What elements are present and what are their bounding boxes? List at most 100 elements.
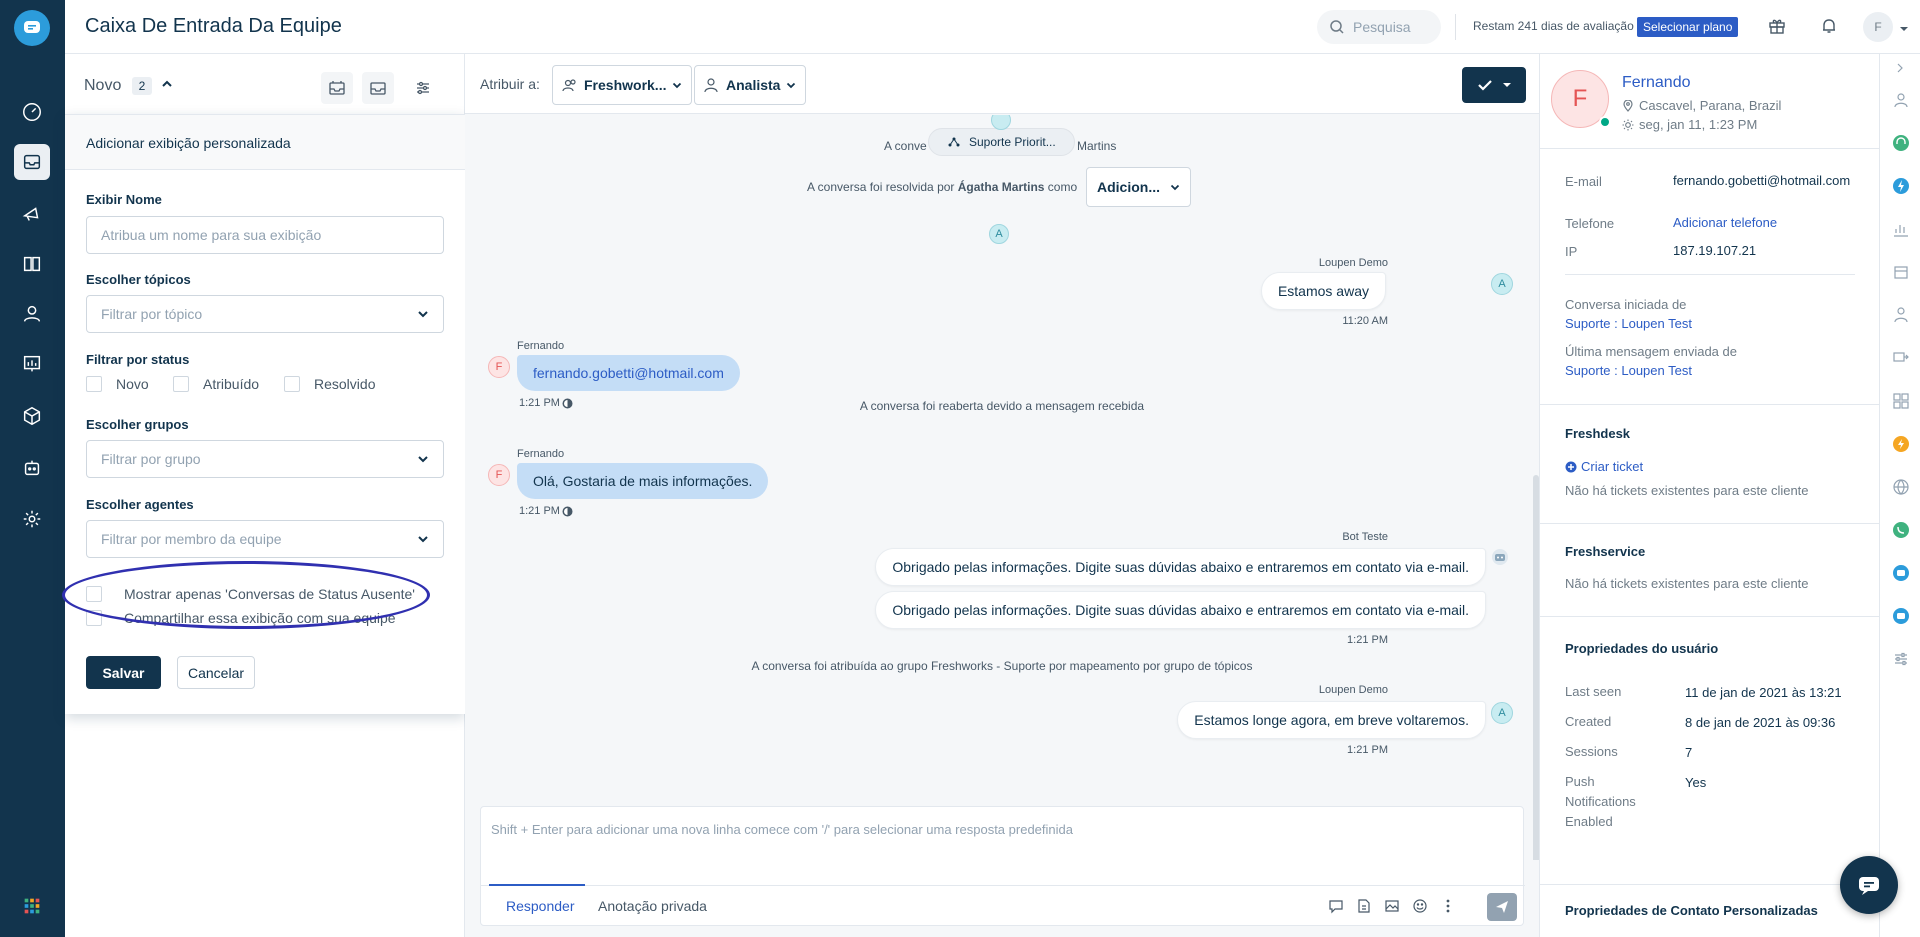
last-message-link[interactable]: Suporte : Loupen Test bbox=[1565, 363, 1692, 378]
customer-avatar-f: F bbox=[488, 356, 510, 378]
contact-profile-icon[interactable] bbox=[1891, 90, 1911, 110]
chat-widget-button[interactable] bbox=[1840, 856, 1898, 914]
emoji-icon[interactable] bbox=[1410, 896, 1430, 916]
send-button[interactable] bbox=[1487, 893, 1517, 921]
notification-bell-icon[interactable] bbox=[1817, 14, 1841, 38]
app-switcher-icon[interactable] bbox=[14, 888, 50, 924]
resolve-button[interactable] bbox=[1462, 67, 1526, 103]
lightning-app-icon[interactable] bbox=[1891, 176, 1911, 196]
checkbox[interactable] bbox=[284, 376, 300, 392]
agents-label: Escolher agentes bbox=[86, 497, 194, 512]
plus-circle-icon bbox=[1565, 461, 1577, 472]
calendar-app-icon[interactable] bbox=[1891, 262, 1911, 282]
contacts-icon[interactable] bbox=[14, 296, 50, 332]
topic-pill-label: Suporte Priorit... bbox=[969, 135, 1056, 149]
system-text: A conversa foi resolvida por bbox=[807, 180, 955, 194]
solution-article-icon[interactable] bbox=[1354, 896, 1374, 916]
chevron-down-icon[interactable] bbox=[1899, 22, 1909, 37]
view-title[interactable]: Novo bbox=[84, 77, 121, 95]
inbox-icon[interactable] bbox=[14, 144, 50, 180]
globe-app-icon[interactable] bbox=[1891, 477, 1911, 497]
analytics-app-icon[interactable] bbox=[1891, 219, 1911, 239]
checkbox[interactable] bbox=[173, 376, 189, 392]
reply-composer[interactable]: Shift + Enter para adicionar uma nova li… bbox=[480, 806, 1525, 926]
resolution-reason-dropdown[interactable]: Adicion... bbox=[1086, 167, 1191, 207]
status-new-checkbox[interactable]: Novo bbox=[86, 376, 149, 392]
create-ticket-label: Criar ticket bbox=[1581, 459, 1644, 474]
agents-select[interactable]: Filtrar por membro da equipe bbox=[86, 520, 444, 558]
freshchat-logo-icon[interactable] bbox=[14, 10, 50, 46]
cancel-button[interactable]: Cancelar bbox=[177, 656, 255, 689]
people-app-icon[interactable] bbox=[1891, 305, 1911, 325]
chat-app-icon[interactable] bbox=[1891, 563, 1911, 583]
topic-pill[interactable]: Suporte Priorit... bbox=[928, 128, 1075, 156]
search-icon bbox=[1330, 20, 1344, 34]
reports-icon[interactable] bbox=[14, 346, 50, 382]
orange-app-icon[interactable] bbox=[1891, 434, 1911, 454]
image-icon[interactable] bbox=[1382, 896, 1402, 916]
group-icon bbox=[562, 79, 576, 92]
checkbox[interactable] bbox=[86, 610, 102, 626]
checkbox[interactable] bbox=[86, 376, 102, 392]
away-only-checkbox[interactable]: Mostrar apenas 'Conversas de Status Ause… bbox=[86, 586, 415, 602]
system-message-assigned: A conversa foi atribuída ao grupo Freshw… bbox=[751, 659, 1253, 673]
message-bubble-incoming[interactable]: fernando.gobetti@hotmail.com bbox=[517, 355, 740, 391]
email-value[interactable]: fernando.gobetti@hotmail.com bbox=[1673, 174, 1858, 188]
freshservice-empty-text: Não há tickets existentes para este clie… bbox=[1565, 576, 1809, 591]
filter-settings-icon[interactable] bbox=[407, 72, 439, 104]
expand-icon[interactable] bbox=[1894, 62, 1906, 74]
user-avatar[interactable]: F bbox=[1863, 12, 1893, 42]
integrations-icon[interactable] bbox=[14, 398, 50, 434]
tab-reply[interactable]: Responder bbox=[506, 898, 575, 914]
system-message-partial: A conve bbox=[884, 139, 927, 153]
composer-placeholder: Shift + Enter para adicionar uma nova li… bbox=[491, 822, 1073, 837]
whatsapp-icon[interactable] bbox=[1891, 520, 1911, 540]
transfer-app-icon[interactable] bbox=[1891, 348, 1911, 368]
support-app-icon[interactable] bbox=[1891, 133, 1911, 153]
knowledge-base-icon[interactable] bbox=[14, 246, 50, 282]
select-plan-button[interactable]: Selecionar plano bbox=[1637, 17, 1739, 37]
settings-icon[interactable] bbox=[14, 501, 50, 537]
status-resolved-checkbox[interactable]: Resolvido bbox=[284, 376, 375, 392]
grid-app-icon[interactable] bbox=[1891, 391, 1911, 411]
add-phone-link[interactable]: Adicionar telefone bbox=[1673, 216, 1777, 230]
save-button[interactable]: Salvar bbox=[86, 656, 161, 689]
divider bbox=[1540, 148, 1879, 149]
tab-private-note[interactable]: Anotação privada bbox=[598, 898, 707, 914]
topics-select[interactable]: Filtrar por tópico bbox=[86, 295, 444, 333]
message-bubble-incoming: Olá, Gostaria de mais informações. bbox=[517, 463, 769, 499]
view-name-input[interactable]: Atribua um nome para sua exibição bbox=[86, 216, 444, 254]
online-status-dot bbox=[1599, 116, 1611, 128]
campaigns-icon[interactable] bbox=[14, 196, 50, 232]
dashboard-icon[interactable] bbox=[14, 94, 50, 130]
contact-name[interactable]: Fernando bbox=[1622, 74, 1691, 92]
canned-response-icon[interactable] bbox=[1326, 896, 1346, 916]
message-time: 1:21 PM bbox=[519, 505, 560, 517]
chevron-up-icon[interactable] bbox=[161, 78, 173, 93]
create-ticket-link[interactable]: Criar ticket bbox=[1565, 459, 1643, 474]
gift-icon[interactable] bbox=[1765, 14, 1789, 38]
share-view-label: Compartilhar essa exibição com sua equip… bbox=[124, 610, 396, 626]
sliders-icon[interactable] bbox=[1891, 649, 1911, 669]
agent-assign-dropdown[interactable]: Analista bbox=[694, 65, 807, 105]
system-message-partial: Martins bbox=[1077, 139, 1116, 153]
assign-label: Atribuir a: bbox=[480, 76, 540, 92]
channel-icon bbox=[562, 505, 573, 520]
ip-value: 187.19.107.21 bbox=[1673, 243, 1757, 258]
property-value: 7 bbox=[1685, 745, 1693, 760]
system-message-reopened: A conversa foi reaberta devido a mensage… bbox=[859, 399, 1145, 413]
archive-icon[interactable] bbox=[362, 72, 394, 104]
group-assign-dropdown[interactable]: Freshwork... bbox=[552, 65, 693, 105]
groups-select[interactable]: Filtrar por grupo bbox=[86, 440, 444, 478]
conversation-started-link[interactable]: Suporte : Loupen Test bbox=[1565, 316, 1692, 331]
search-box[interactable]: Pesquisa bbox=[1317, 10, 1441, 44]
checkbox[interactable] bbox=[86, 586, 102, 602]
status-assigned-checkbox[interactable]: Atribuído bbox=[173, 376, 259, 392]
share-view-checkbox[interactable]: Compartilhar essa exibição com sua equip… bbox=[86, 610, 396, 626]
messenger-app-icon[interactable] bbox=[1891, 606, 1911, 626]
inbox-filter-icon[interactable] bbox=[321, 72, 353, 104]
conversation-toolbar: Atribuir a: Freshwork... Analista bbox=[465, 54, 1539, 114]
more-options-icon[interactable] bbox=[1438, 896, 1458, 916]
bot-icon[interactable] bbox=[14, 450, 50, 486]
customer-avatar-f: F bbox=[488, 464, 510, 486]
